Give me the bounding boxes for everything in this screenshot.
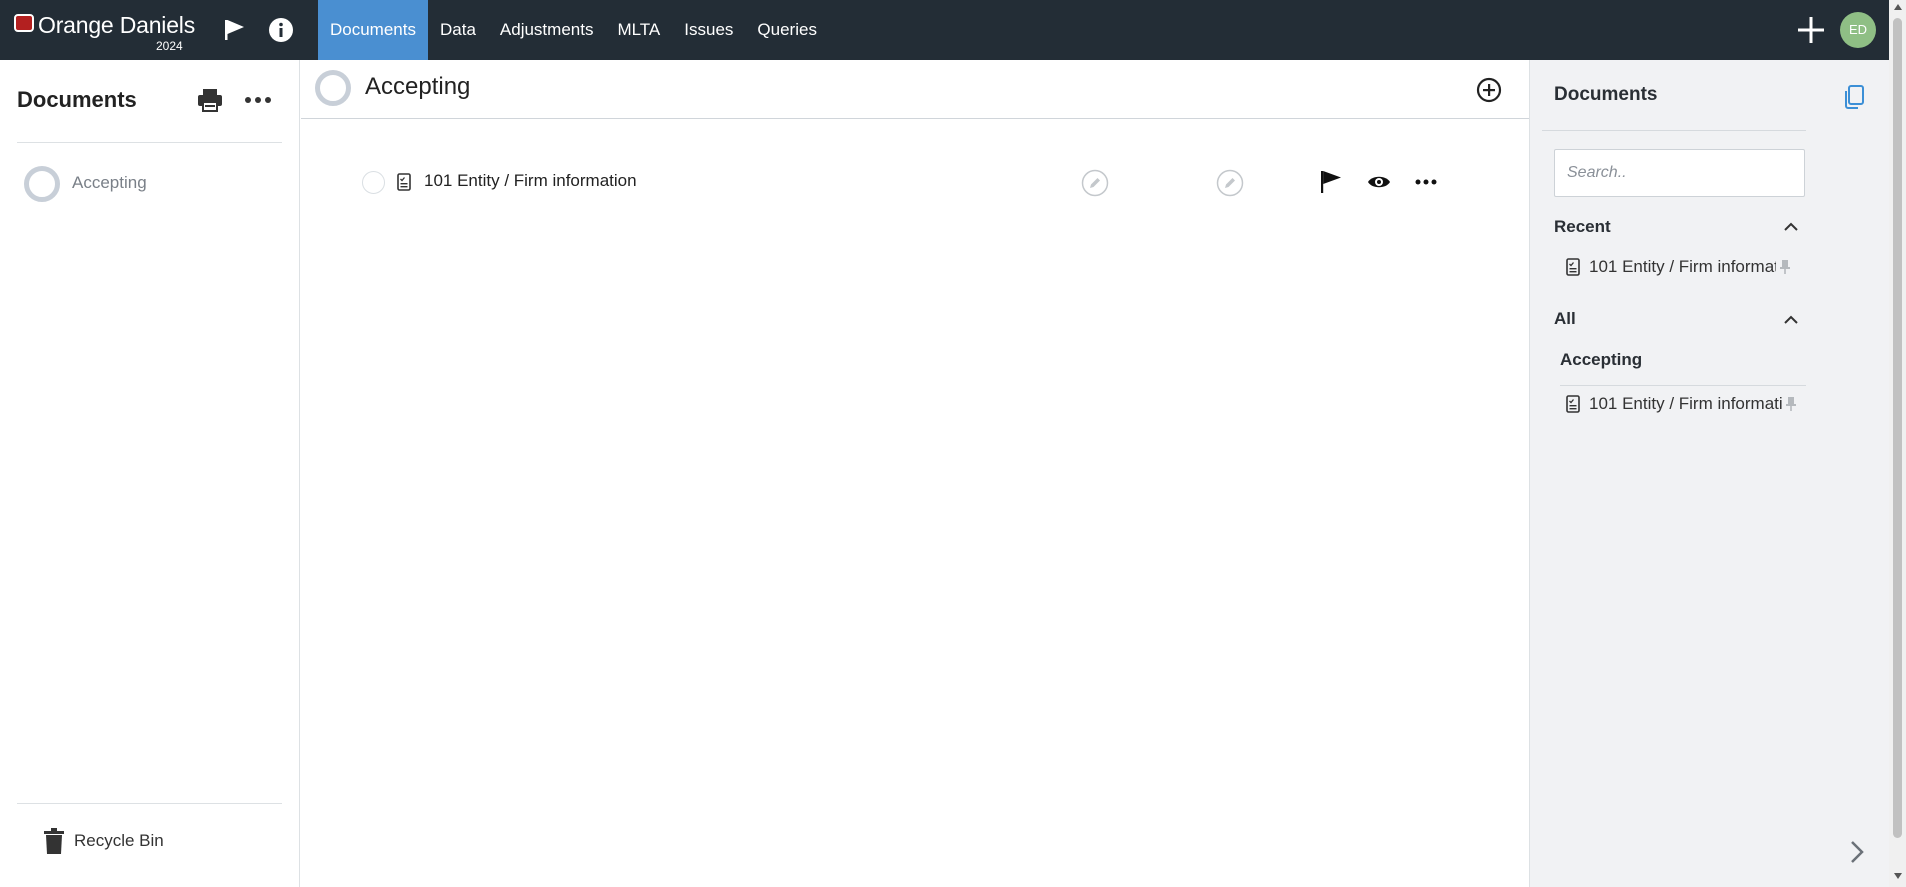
recycle-bin-label: Recycle Bin	[74, 831, 164, 850]
more-icon[interactable]	[244, 88, 272, 112]
divider	[17, 803, 282, 804]
section-header: Accepting	[301, 60, 1529, 119]
list-item[interactable]: 101 Entity / Firm information	[1566, 254, 1806, 280]
document-icon	[397, 173, 411, 191]
info-icon[interactable]	[268, 17, 294, 43]
divider	[17, 142, 282, 143]
top-bar: Orange Daniels 2024 Documents Data Adjus…	[0, 0, 1906, 60]
flag-icon[interactable]	[1319, 170, 1343, 194]
trash-icon	[44, 828, 64, 854]
right-panel: Documents Recent 101 Entity / Firm infor…	[1529, 60, 1889, 887]
recycle-bin-button[interactable]: Recycle Bin	[44, 828, 164, 854]
scroll-down-icon[interactable]	[1893, 872, 1903, 880]
copy-icon[interactable]	[1842, 84, 1866, 110]
tab-issues[interactable]: Issues	[672, 0, 745, 60]
divider	[1560, 385, 1806, 386]
main-nav: Documents Data Adjustments MLTA Issues Q…	[318, 0, 829, 60]
status-ring-icon	[315, 70, 351, 106]
panel-title: Documents	[1554, 84, 1658, 105]
all-label: All	[1554, 309, 1576, 328]
chevron-up-icon[interactable]	[1781, 217, 1801, 237]
list-item[interactable]: 101 Entity / Firm information	[1566, 391, 1806, 417]
document-icon	[1566, 258, 1580, 276]
scrollbar-thumb[interactable]	[1893, 18, 1902, 838]
sidebar-title: Documents	[17, 87, 137, 112]
print-icon[interactable]	[196, 88, 224, 112]
status-ring-icon	[24, 166, 60, 202]
search-input[interactable]	[1554, 149, 1805, 197]
eye-icon[interactable]	[1367, 172, 1391, 192]
group-label[interactable]: Accepting	[1560, 350, 1642, 370]
sidebar-item-accepting[interactable]: Accepting	[72, 173, 147, 193]
divider	[1542, 130, 1806, 131]
recent-label: Recent	[1554, 217, 1611, 236]
list-item-label: 101 Entity / Firm information	[1589, 257, 1776, 276]
scrollbar[interactable]	[1889, 0, 1906, 887]
chevron-right-icon[interactable]	[1847, 838, 1867, 866]
plus-icon[interactable]	[1796, 15, 1826, 45]
avatar[interactable]: ED	[1840, 12, 1876, 48]
tab-queries[interactable]: Queries	[745, 0, 829, 60]
pin-icon[interactable]	[1778, 259, 1792, 275]
left-sidebar: Documents Accepting Recycle Bin	[0, 60, 300, 887]
edit-icon[interactable]	[1216, 169, 1244, 197]
page-title: Accepting	[365, 73, 471, 100]
add-circle-icon[interactable]	[1476, 77, 1502, 103]
scroll-up-icon[interactable]	[1893, 3, 1903, 11]
tab-mlta[interactable]: MLTA	[605, 0, 672, 60]
main-content: Accepting 101 Entity / Firm information	[301, 60, 1529, 887]
brand-logo-icon	[14, 14, 34, 32]
status-checkbox[interactable]	[362, 171, 385, 194]
more-icon[interactable]	[1414, 172, 1438, 192]
pin-icon[interactable]	[1784, 396, 1798, 412]
tab-data[interactable]: Data	[428, 0, 488, 60]
document-icon	[1566, 395, 1580, 413]
edit-icon[interactable]	[1081, 169, 1109, 197]
app-name: Orange Daniels	[38, 12, 196, 38]
app-year: 2024	[156, 39, 183, 53]
tab-documents[interactable]: Documents	[318, 0, 428, 60]
list-item-label: 101 Entity / Firm information	[1589, 394, 1782, 413]
flag-icon[interactable]	[222, 17, 248, 43]
table-row[interactable]: 101 Entity / Firm information	[301, 160, 1529, 204]
tab-adjustments[interactable]: Adjustments	[488, 0, 606, 60]
document-link[interactable]: 101 Entity / Firm information	[424, 171, 637, 191]
chevron-up-icon[interactable]	[1781, 310, 1801, 330]
